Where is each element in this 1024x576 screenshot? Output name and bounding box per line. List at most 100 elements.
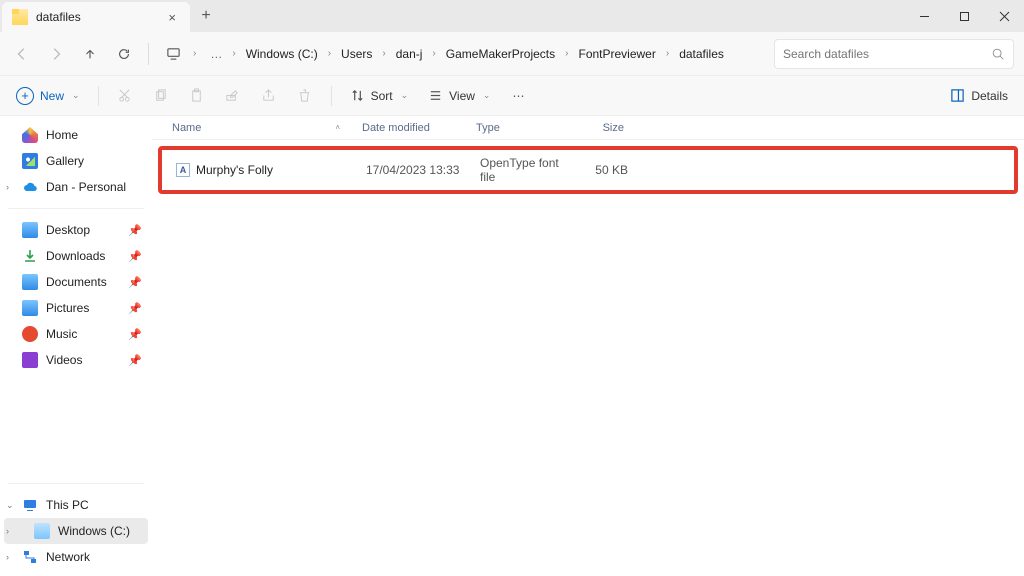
sidebar-item-music[interactable]: Music📌 xyxy=(4,321,148,347)
home-icon xyxy=(22,127,38,143)
expand-icon[interactable]: › xyxy=(6,182,9,192)
plus-icon: + xyxy=(16,87,34,105)
rename-button[interactable] xyxy=(217,82,249,109)
sidebar-item-desktop[interactable]: Desktop 📌 xyxy=(4,217,148,243)
pictures-icon xyxy=(22,300,38,316)
gallery-icon xyxy=(22,153,38,169)
sidebar-label: Home xyxy=(46,128,78,142)
maximize-button[interactable] xyxy=(944,0,984,32)
sidebar-item-downloads[interactable]: Downloads 📌 xyxy=(4,243,148,269)
file-type: OpenType font file xyxy=(474,156,574,184)
file-row[interactable]: A Murphy's Folly 17/04/2023 13:33 OpenTy… xyxy=(170,156,1010,184)
window-tab[interactable]: datafiles × xyxy=(2,2,190,32)
delete-button[interactable] xyxy=(289,82,321,109)
file-date: 17/04/2023 13:33 xyxy=(360,163,474,177)
breadcrumb-item[interactable]: Windows (C:) xyxy=(240,43,324,65)
sort-button[interactable]: Sort ⌄ xyxy=(342,82,417,109)
sidebar-label: Gallery xyxy=(46,154,84,168)
cut-button[interactable] xyxy=(109,82,141,109)
new-label: New xyxy=(40,89,64,103)
search-input[interactable] xyxy=(783,47,991,61)
sort-label: Sort xyxy=(371,89,393,103)
breadcrumb-item[interactable]: FontPreviewer xyxy=(572,43,661,65)
pin-icon: 📌 xyxy=(128,276,142,289)
sidebar-item-gallery[interactable]: Gallery xyxy=(4,148,148,174)
expand-icon[interactable]: › xyxy=(6,526,9,536)
sidebar-item-cdrive[interactable]: ›Windows (C:) xyxy=(4,518,148,544)
font-file-icon: A xyxy=(176,163,190,177)
close-window-button[interactable] xyxy=(984,0,1024,32)
collapse-icon[interactable]: ⌄ xyxy=(6,500,14,511)
back-button[interactable] xyxy=(6,38,38,70)
thispc-icon[interactable] xyxy=(157,38,189,70)
share-button[interactable] xyxy=(253,82,285,109)
more-button[interactable]: ⋯ xyxy=(502,83,534,109)
breadcrumb-item[interactable]: datafiles xyxy=(673,43,730,65)
search-icon xyxy=(991,47,1005,61)
sidebar-label: Music xyxy=(46,327,77,341)
column-header-type[interactable]: Type xyxy=(470,122,570,134)
chevron-right-icon[interactable]: › xyxy=(191,48,198,59)
close-tab-icon[interactable]: × xyxy=(164,8,180,27)
expand-icon[interactable]: › xyxy=(6,552,9,562)
up-button[interactable] xyxy=(74,38,106,70)
documents-icon xyxy=(22,274,38,290)
details-pane-button[interactable]: Details xyxy=(942,82,1016,109)
sidebar-label: Desktop xyxy=(46,223,90,237)
videos-icon xyxy=(22,352,38,368)
title-bar: datafiles × + xyxy=(0,0,1024,32)
column-header-size[interactable]: Size xyxy=(570,122,630,134)
file-list-pane: Name˄ Date modified Type Size A Murphy's… xyxy=(152,116,1024,576)
new-tab-button[interactable]: + xyxy=(190,0,222,32)
paste-button[interactable] xyxy=(181,82,213,109)
pin-icon: 📌 xyxy=(128,302,142,315)
sidebar-label: Videos xyxy=(46,353,82,367)
chevron-down-icon: ⌄ xyxy=(401,90,409,101)
minimize-button[interactable] xyxy=(904,0,944,32)
file-size: 50 KB xyxy=(574,163,634,177)
column-header-name[interactable]: Name˄ xyxy=(166,122,356,134)
desktop-icon xyxy=(22,222,38,238)
breadcrumb-item[interactable]: dan-j xyxy=(390,43,429,65)
highlight-annotation: A Murphy's Folly 17/04/2023 13:33 OpenTy… xyxy=(158,146,1018,194)
download-icon xyxy=(22,248,38,264)
music-icon xyxy=(22,326,38,342)
column-headers: Name˄ Date modified Type Size xyxy=(152,116,1024,140)
chevron-right-icon: › xyxy=(664,48,671,59)
tab-title: datafiles xyxy=(36,10,156,24)
nav-sidebar: Home Gallery › Dan - Personal Desktop 📌 Do… xyxy=(0,116,152,576)
view-button[interactable]: View ⌄ xyxy=(420,82,498,109)
pin-icon: 📌 xyxy=(128,250,142,263)
chevron-down-icon: ⌄ xyxy=(72,90,80,101)
cloud-icon xyxy=(22,179,38,195)
chevron-right-icon: › xyxy=(380,48,387,59)
copy-button[interactable] xyxy=(145,82,177,109)
sidebar-item-documents[interactable]: Documents 📌 xyxy=(4,269,148,295)
file-name-cell: A Murphy's Folly xyxy=(170,163,360,177)
breadcrumb-item[interactable]: Users xyxy=(335,43,378,65)
forward-button[interactable] xyxy=(40,38,72,70)
sidebar-label: Downloads xyxy=(46,249,105,263)
sidebar-label: Documents xyxy=(46,275,107,289)
new-button[interactable]: + New ⌄ xyxy=(8,81,88,111)
sidebar-item-thispc[interactable]: ⌄This PC xyxy=(4,492,148,518)
sidebar-label: Dan - Personal xyxy=(46,180,126,194)
view-label: View xyxy=(449,89,475,103)
breadcrumb-overflow[interactable]: … xyxy=(204,43,228,65)
breadcrumb-item[interactable]: GameMakerProjects xyxy=(440,43,561,65)
address-bar: › … › Windows (C:) › Users › dan-j › Gam… xyxy=(0,32,1024,76)
sidebar-item-videos[interactable]: Videos📌 xyxy=(4,347,148,373)
search-box[interactable] xyxy=(774,39,1014,69)
refresh-button[interactable] xyxy=(108,38,140,70)
sidebar-item-pictures[interactable]: Pictures 📌 xyxy=(4,295,148,321)
column-header-date[interactable]: Date modified xyxy=(356,122,470,134)
sort-asc-icon: ˄ xyxy=(335,123,340,132)
sidebar-item-personal[interactable]: › Dan - Personal xyxy=(4,174,148,200)
pin-icon: 📌 xyxy=(128,224,142,237)
chevron-down-icon: ⌄ xyxy=(483,90,491,101)
details-label: Details xyxy=(971,89,1008,103)
sidebar-label: Pictures xyxy=(46,301,89,315)
sidebar-item-home[interactable]: Home xyxy=(4,122,148,148)
sidebar-item-network[interactable]: ›Network xyxy=(4,544,148,570)
file-name: Murphy's Folly xyxy=(196,163,273,177)
